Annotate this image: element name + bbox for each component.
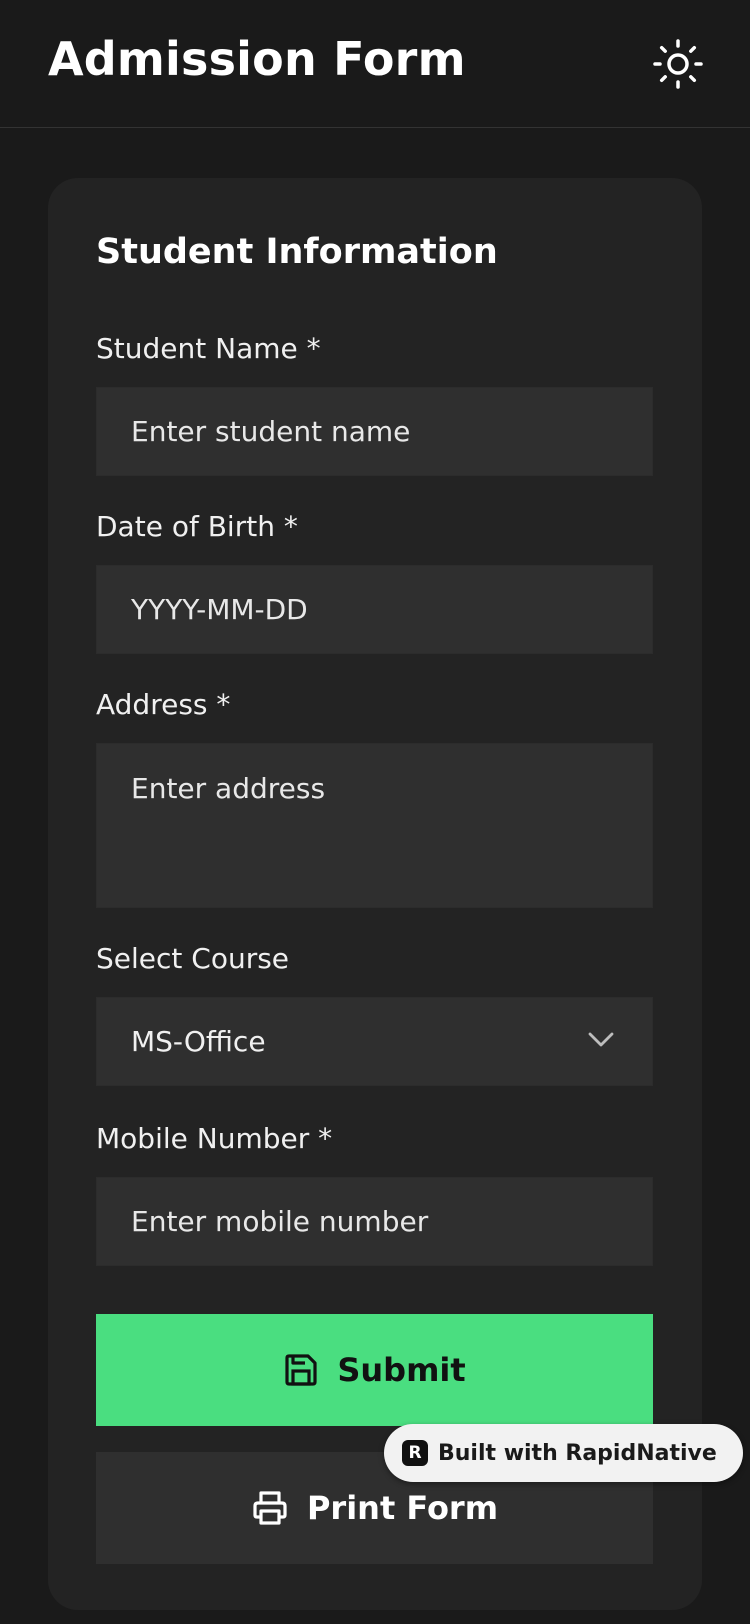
built-with-badge-text: Built with RapidNative [438,1440,717,1466]
printer-icon [253,1491,287,1525]
date-of-birth-label: Date of Birth * [96,510,298,543]
section-title: Student Information [96,232,498,272]
course-select[interactable]: MS-Office [96,997,653,1086]
address-label: Address * [96,688,231,721]
sun-icon [653,39,703,89]
page-title: Admission Form [48,32,466,86]
course-selected-value: MS-Office [131,1025,266,1058]
rapidnative-logo-icon: R [402,1440,428,1466]
print-form-button-label: Print Form [306,1489,499,1527]
date-of-birth-input[interactable] [96,565,653,654]
submit-button[interactable]: Submit [96,1314,653,1426]
built-with-badge[interactable]: R Built with RapidNative [384,1424,743,1482]
course-label: Select Course [96,942,290,975]
chevron-down-icon [588,1032,614,1047]
mobile-number-input[interactable] [96,1177,653,1266]
student-name-input[interactable] [96,387,653,476]
submit-button-label: Submit [337,1351,466,1389]
student-name-label: Student Name * [96,332,321,365]
app-header: Admission Form [0,0,750,128]
theme-toggle-button[interactable] [652,38,704,90]
save-icon [285,1354,317,1386]
form-card: Student Information Student Name * Date … [48,178,702,1610]
mobile-number-label: Mobile Number * [96,1122,333,1155]
address-textarea[interactable] [96,743,653,908]
